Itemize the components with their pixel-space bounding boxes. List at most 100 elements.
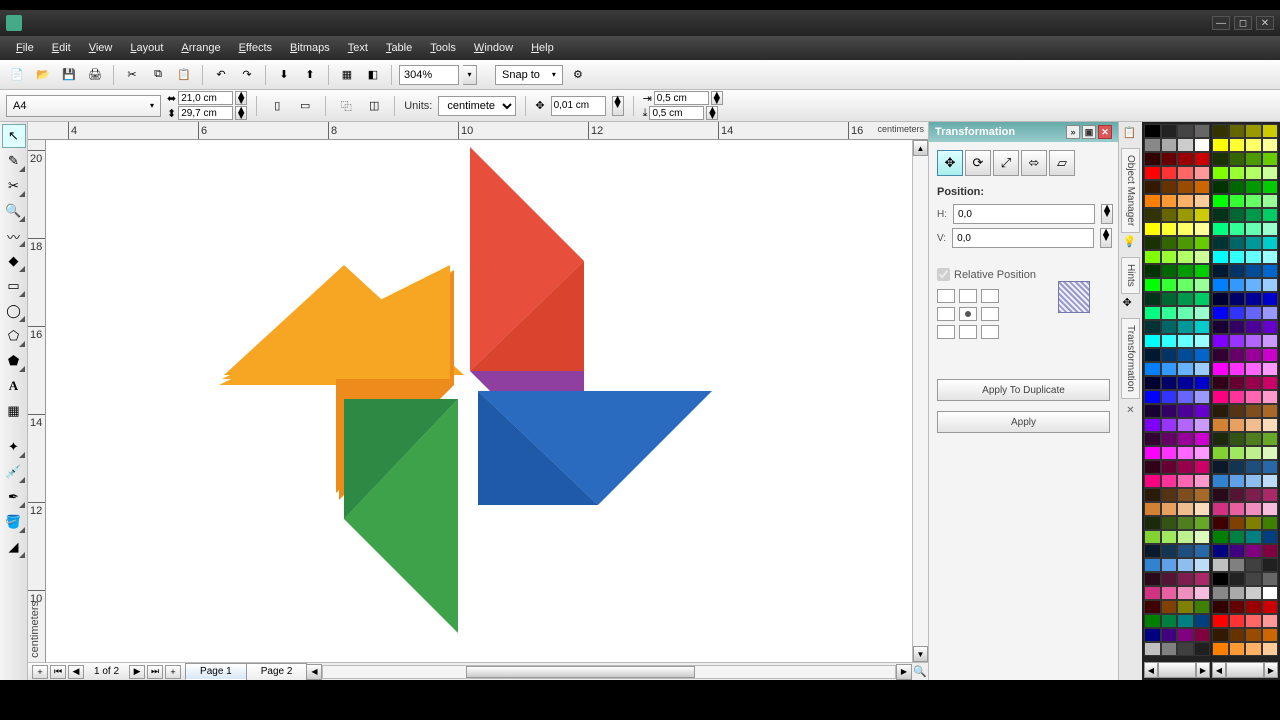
page-width-input[interactable] xyxy=(178,91,233,105)
swatch[interactable] xyxy=(1245,320,1262,334)
swatch[interactable] xyxy=(1177,600,1194,614)
swatch[interactable] xyxy=(1194,222,1211,236)
shape-tool[interactable]: ✎ xyxy=(2,149,26,173)
swatch[interactable] xyxy=(1262,152,1279,166)
swatch[interactable] xyxy=(1177,152,1194,166)
swatch[interactable] xyxy=(1212,152,1229,166)
anchor-center[interactable] xyxy=(959,307,977,321)
swatch[interactable] xyxy=(1194,348,1211,362)
swatch[interactable] xyxy=(1212,502,1229,516)
swatch[interactable] xyxy=(1161,544,1178,558)
swatch[interactable] xyxy=(1161,502,1178,516)
zoom-tool[interactable]: 🔍 xyxy=(2,199,26,223)
swatch[interactable] xyxy=(1245,572,1262,586)
swatch[interactable] xyxy=(1262,558,1279,572)
swatch[interactable] xyxy=(1177,460,1194,474)
swatch[interactable] xyxy=(1194,236,1211,250)
next-page-button[interactable]: ▶ xyxy=(129,665,145,679)
swatch[interactable] xyxy=(1245,614,1262,628)
swatch[interactable] xyxy=(1161,404,1178,418)
swatch[interactable] xyxy=(1161,642,1178,656)
rectangle-tool[interactable]: ▭ xyxy=(2,274,26,298)
position-tab[interactable]: ✥ xyxy=(937,150,963,176)
swatch[interactable] xyxy=(1229,404,1246,418)
menu-table[interactable]: Table xyxy=(378,39,420,57)
swatch[interactable] xyxy=(1212,404,1229,418)
outline-tool[interactable]: ✒ xyxy=(2,485,26,509)
swatch[interactable] xyxy=(1194,376,1211,390)
swatch[interactable] xyxy=(1212,586,1229,600)
pick-tool[interactable]: ↖ xyxy=(2,124,26,148)
color-palette-1[interactable]: ◀▶ xyxy=(1144,124,1210,678)
print-button[interactable]: 🖨 xyxy=(84,64,106,86)
swatch[interactable] xyxy=(1229,544,1246,558)
swatch[interactable] xyxy=(1177,166,1194,180)
swatch[interactable] xyxy=(1161,320,1178,334)
swatch[interactable] xyxy=(1161,124,1178,138)
swatch[interactable] xyxy=(1245,390,1262,404)
swatch[interactable] xyxy=(1245,488,1262,502)
swatch[interactable] xyxy=(1262,376,1279,390)
swatch[interactable] xyxy=(1144,278,1161,292)
rotate-tab[interactable]: ⟳ xyxy=(965,150,991,176)
swatch[interactable] xyxy=(1245,446,1262,460)
swatch[interactable] xyxy=(1262,306,1279,320)
swatch[interactable] xyxy=(1262,320,1279,334)
apply-button[interactable]: Apply xyxy=(937,411,1110,433)
swatch[interactable] xyxy=(1245,250,1262,264)
swatch[interactable] xyxy=(1245,306,1262,320)
swatch[interactable] xyxy=(1144,348,1161,362)
menu-arrange[interactable]: Arrange xyxy=(173,39,228,57)
swatch[interactable] xyxy=(1161,292,1178,306)
interactive-fill-tool[interactable]: ◢ xyxy=(2,535,26,559)
swatch[interactable] xyxy=(1212,530,1229,544)
swatch[interactable] xyxy=(1262,642,1279,656)
swatch[interactable] xyxy=(1177,250,1194,264)
swatch[interactable] xyxy=(1144,488,1161,502)
last-page-button[interactable]: ⏭ xyxy=(147,665,163,679)
swatch[interactable] xyxy=(1245,334,1262,348)
swatch[interactable] xyxy=(1177,418,1194,432)
swatch[interactable] xyxy=(1144,292,1161,306)
swatch[interactable] xyxy=(1194,446,1211,460)
snap-to-combo[interactable]: Snap to▾ xyxy=(495,65,563,85)
swatch[interactable] xyxy=(1161,600,1178,614)
swatch[interactable] xyxy=(1245,586,1262,600)
swatch[interactable] xyxy=(1161,376,1178,390)
minimize-button[interactable]: — xyxy=(1212,16,1230,30)
swatch[interactable] xyxy=(1161,488,1178,502)
swatch[interactable] xyxy=(1262,404,1279,418)
swatch[interactable] xyxy=(1212,264,1229,278)
swatch[interactable] xyxy=(1177,628,1194,642)
swatch[interactable] xyxy=(1161,208,1178,222)
options-button[interactable]: ⚙ xyxy=(567,64,589,86)
swatch[interactable] xyxy=(1194,600,1211,614)
swatch[interactable] xyxy=(1262,572,1279,586)
swatch[interactable] xyxy=(1262,502,1279,516)
page-tab-1[interactable]: Page 1 xyxy=(185,663,247,680)
swatch[interactable] xyxy=(1212,320,1229,334)
zoom-corner-icon[interactable]: 🔍 xyxy=(912,663,928,679)
height-spinner[interactable]: ▲▼ xyxy=(235,106,247,120)
color-palette-2[interactable]: ◀▶ xyxy=(1212,124,1278,678)
menu-bitmaps[interactable]: Bitmaps xyxy=(282,39,338,57)
first-page-button[interactable]: ⏮ xyxy=(50,665,66,679)
swatch[interactable] xyxy=(1212,460,1229,474)
swatch[interactable] xyxy=(1229,614,1246,628)
swatch[interactable] xyxy=(1212,446,1229,460)
swatch[interactable] xyxy=(1144,138,1161,152)
zoom-input[interactable] xyxy=(399,65,459,85)
swatch[interactable] xyxy=(1144,460,1161,474)
swatch[interactable] xyxy=(1229,166,1246,180)
swatch[interactable] xyxy=(1177,586,1194,600)
swatch[interactable] xyxy=(1161,222,1178,236)
swatch[interactable] xyxy=(1229,334,1246,348)
welcome-button[interactable]: ◧ xyxy=(362,64,384,86)
swatch[interactable] xyxy=(1245,502,1262,516)
swatch[interactable] xyxy=(1194,320,1211,334)
swatch[interactable] xyxy=(1177,474,1194,488)
export-button[interactable]: ⬆ xyxy=(299,64,321,86)
swatch[interactable] xyxy=(1212,166,1229,180)
swatch[interactable] xyxy=(1144,376,1161,390)
swatch[interactable] xyxy=(1194,180,1211,194)
